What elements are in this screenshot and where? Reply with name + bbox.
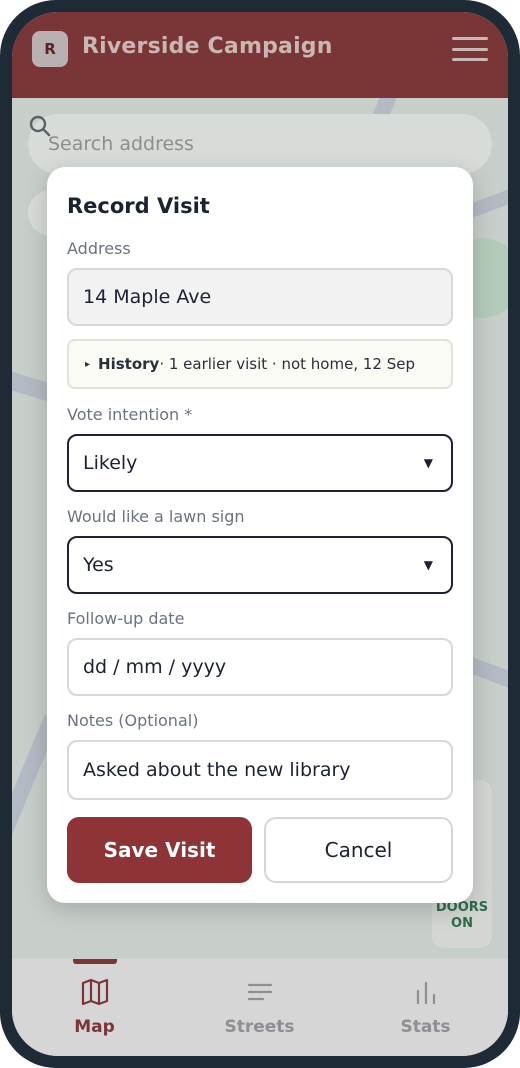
history-summary: · 1 earlier visit · not home, 12 Sep — [159, 355, 415, 373]
app-screen: R Riverside Campaign Search address DOOR… — [12, 12, 508, 1056]
save-visit-button[interactable]: Save Visit — [67, 817, 252, 883]
device-frame: R Riverside Campaign Search address DOOR… — [0, 0, 520, 1068]
tab-streets-label: Streets — [224, 1017, 295, 1037]
tab-streets[interactable]: Streets — [177, 959, 342, 1056]
app-title: Riverside Campaign — [82, 34, 333, 59]
lawn-sign-select[interactable]: Yes ▼ — [67, 536, 453, 594]
vote-intention-label: Vote intention * — [67, 405, 193, 424]
doors-on-label: DOORS ON — [432, 900, 492, 932]
map-icon — [81, 978, 108, 1006]
lawn-sign-value: Yes — [83, 554, 114, 576]
address-field: 14 Maple Ave — [67, 268, 453, 326]
notes-label: Notes (Optional) — [67, 711, 199, 730]
follow-up-placeholder: dd / mm / yyyy — [83, 656, 227, 678]
vote-intention-select[interactable]: Likely ▼ — [67, 434, 453, 492]
tab-stats-label: Stats — [400, 1017, 451, 1037]
tab-map[interactable]: Map — [12, 959, 177, 1056]
menu-icon-bar — [452, 37, 488, 40]
menu-button[interactable] — [450, 34, 490, 64]
menu-icon-bar — [452, 58, 488, 61]
app-logo: R — [32, 31, 68, 67]
dialog-title: Record Visit — [67, 194, 210, 218]
vote-intention-value: Likely — [83, 452, 138, 474]
search-bar[interactable]: Search address — [28, 114, 492, 174]
address-value: 14 Maple Ave — [83, 286, 212, 308]
app-header: R Riverside Campaign — [12, 12, 508, 98]
history-disclosure[interactable]: ▸ History · 1 earlier visit · not home, … — [67, 339, 453, 389]
notes-input[interactable]: Asked about the new library — [67, 740, 453, 800]
cancel-button[interactable]: Cancel — [264, 817, 453, 883]
tab-stats[interactable]: Stats — [343, 959, 508, 1056]
on-label: ON — [451, 916, 473, 931]
dropdown-arrow-icon: ▼ — [423, 456, 433, 470]
address-label: Address — [67, 239, 131, 258]
history-title: History — [98, 355, 160, 373]
dropdown-arrow-icon: ▼ — [423, 558, 433, 572]
search-input[interactable]: Search address — [48, 133, 194, 155]
record-visit-dialog: Record Visit Address 14 Maple Ave ▸ Hist… — [47, 167, 473, 903]
follow-up-label: Follow-up date — [67, 609, 185, 628]
search-icon — [29, 115, 51, 137]
menu-icon-bar — [452, 47, 488, 51]
lawn-sign-label: Would like a lawn sign — [67, 507, 245, 526]
bar-chart-icon — [416, 981, 435, 1005]
notes-value: Asked about the new library — [83, 759, 351, 781]
bottom-nav: Map Streets Stats — [12, 958, 508, 1056]
follow-up-date-input[interactable]: dd / mm / yyyy — [67, 638, 453, 696]
tab-map-label: Map — [74, 1017, 115, 1037]
list-icon — [247, 983, 272, 1001]
disclosure-triangle-icon: ▸ — [85, 358, 91, 370]
